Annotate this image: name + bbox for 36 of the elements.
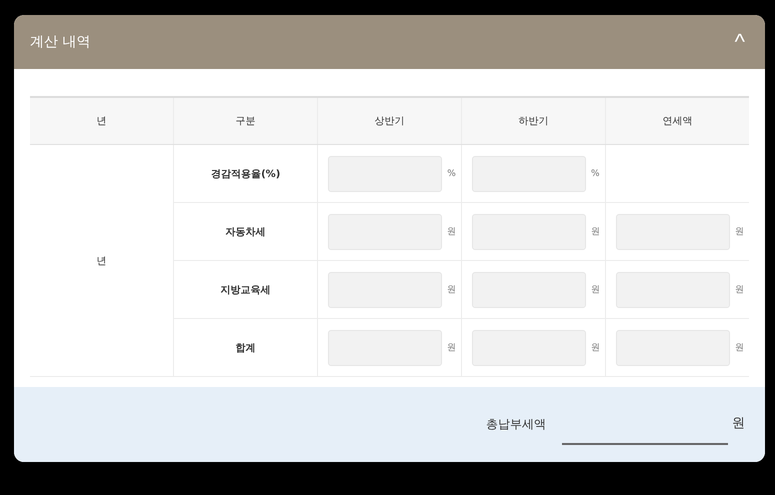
input-field[interactable] [328, 156, 442, 192]
input-field[interactable] [616, 330, 730, 366]
unit-label: 원 [732, 414, 745, 432]
year-cell: 년 [30, 144, 174, 377]
unit-label: % [590, 168, 600, 179]
unit-label: 원 [734, 342, 744, 354]
input-field[interactable] [328, 214, 442, 250]
panel-title: 계산 내역 [30, 33, 90, 52]
row-label: 경감적용율(%) [174, 144, 318, 203]
column-header: 상반기 [318, 97, 462, 145]
input-field[interactable] [616, 214, 730, 250]
unit-label: 원 [590, 284, 600, 296]
row-label: 지방교육세 [174, 260, 318, 319]
unit-label: % [446, 168, 456, 179]
input-field[interactable] [328, 330, 442, 366]
row-label: 합계 [174, 318, 318, 377]
input-field[interactable] [472, 330, 586, 366]
input-field[interactable] [328, 272, 442, 308]
input-field[interactable] [472, 272, 586, 308]
unit-label: 원 [734, 284, 744, 296]
unit-label: 원 [446, 342, 456, 354]
input-field[interactable] [472, 214, 586, 250]
column-header: 하반기 [461, 97, 606, 145]
input-field[interactable] [616, 272, 730, 308]
unit-label: 원 [734, 226, 744, 238]
row-label: 자동차세 [174, 202, 318, 261]
column-header: 년 [30, 97, 174, 145]
unit-label: 원 [446, 226, 456, 238]
column-header: 연세액 [605, 97, 749, 145]
unit-label: 원 [590, 226, 600, 238]
collapse-button[interactable]: ^ [730, 31, 749, 54]
input-field[interactable] [472, 156, 586, 192]
unit-label: 원 [446, 284, 456, 296]
unit-label: 원 [590, 342, 600, 354]
total-label: 총납부세액 [486, 416, 546, 434]
column-header: 구분 [174, 97, 318, 145]
